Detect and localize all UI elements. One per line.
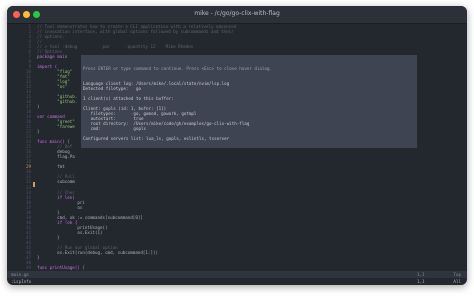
line-number: 49 [25, 264, 31, 270]
status-cursor-position: 1,1 [417, 272, 425, 277]
line-number-gutter: 1 2 3 4 5 6 7 8 9 10 11 12 13 14 15 16 17 18 19 20 21 22 23 24 2… [7, 24, 33, 271]
status-scroll-percent: Top [453, 272, 461, 277]
lsp-info-popup[interactable]: Press ENTER or type command to continue.… [81, 55, 417, 148]
command-cursor-position: 1,1 [417, 279, 425, 284]
editor-buffer[interactable]: 1 2 3 4 5 6 7 8 9 10 11 12 13 14 15 16 17 18 19 20 21 22 23 24 2… [7, 24, 467, 271]
popup-content: Language client log: /Users/mike/.local/… [83, 81, 417, 141]
terminal-window: mike - /c/go/go-clix-with-flag 123456789… [7, 6, 467, 285]
command-line[interactable]: :LspInfo 1,1 All [7, 278, 467, 285]
command-scroll-percent: All [453, 279, 461, 284]
code-line: func printUsage() { [37, 264, 85, 270]
status-filename: main.go [11, 272, 29, 277]
command-text: :LspInfo [11, 279, 32, 284]
cursor-marker [33, 182, 35, 187]
popup-line: Configured servers list: lua_ls, gopls, … [83, 136, 230, 142]
popup-hint: Press ENTER or type command to continue.… [83, 66, 273, 72]
window-title: mike - /c/go/go-clix-with-flag [194, 10, 280, 17]
status-line: main.go 1,1 Top [7, 271, 467, 278]
title-bar: mike - /c/go/go-clix-with-flag [7, 6, 467, 24]
